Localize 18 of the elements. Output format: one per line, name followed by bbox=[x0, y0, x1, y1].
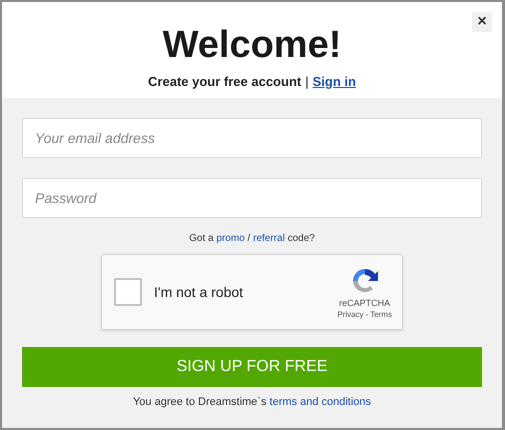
dialog-title: Welcome! bbox=[162, 24, 342, 66]
privacy-link[interactable]: Privacy bbox=[337, 308, 364, 320]
dot-separator: - bbox=[366, 308, 368, 320]
captcha-label: I'm not a robot bbox=[154, 282, 244, 302]
promo-link[interactable]: promo bbox=[216, 233, 245, 244]
agreement-text: You agree to Dreamstime`s terms and conditions bbox=[132, 395, 372, 410]
separator: | bbox=[305, 73, 309, 91]
captcha-checkbox[interactable] bbox=[114, 278, 142, 306]
sign-in-link[interactable]: Sign in bbox=[312, 72, 356, 92]
input-field[interactable]: Your email address bbox=[22, 118, 482, 158]
close-button[interactable]: × bbox=[472, 12, 492, 32]
terms-link[interactable]: Terms bbox=[370, 308, 392, 320]
promo-text: Got a promo / referral code? bbox=[188, 232, 316, 246]
terms-and-conditions-link[interactable]: terms and conditions bbox=[270, 396, 372, 408]
subtitle: Create your free account bbox=[148, 73, 302, 91]
recaptcha-brand: reCAPTCHA bbox=[339, 296, 390, 308]
referral-link[interactable]: referral bbox=[253, 233, 285, 244]
input-field[interactable]: Password bbox=[22, 178, 482, 218]
